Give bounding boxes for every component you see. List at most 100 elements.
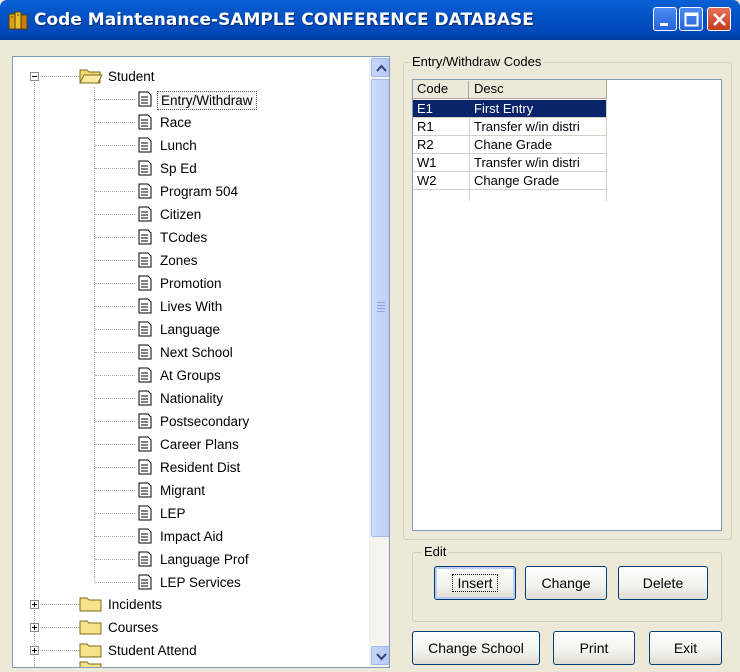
tree-leaf-entry-withdraw[interactable]: Entry/Withdraw xyxy=(13,89,363,111)
document-icon xyxy=(138,321,152,340)
document-icon xyxy=(138,436,152,455)
minimize-button[interactable] xyxy=(653,7,677,31)
tree-leaf-lep-services[interactable]: LEP Services xyxy=(13,572,363,594)
tree-leaf-citizen[interactable]: Citizen xyxy=(13,204,363,226)
tree-guide-line xyxy=(95,306,135,307)
tree-leaf-next-school[interactable]: Next School xyxy=(13,342,363,364)
column-header-desc[interactable]: Desc xyxy=(470,81,504,96)
table-row[interactable]: E1 First Entry xyxy=(413,100,606,117)
tree-leaf-tcodes[interactable]: TCodes xyxy=(13,227,363,249)
insert-button[interactable]: Insert xyxy=(434,566,516,600)
tree-leaf-lives-with[interactable]: Lives With xyxy=(13,296,363,318)
tree-leaf-postsecondary[interactable]: Postsecondary xyxy=(13,411,363,433)
document-icon xyxy=(138,482,152,501)
document-icon xyxy=(138,367,152,386)
title-bar[interactable]: Code Maintenance-SAMPLE CONFERENCE DATAB… xyxy=(0,0,740,40)
print-button[interactable]: Print xyxy=(553,631,635,665)
tree-leaf-label: Career Plans xyxy=(160,437,239,452)
column-header-code[interactable]: Code xyxy=(413,81,469,99)
tree-leaf-race[interactable]: Race xyxy=(13,112,363,134)
tree-guide-line xyxy=(41,604,79,605)
tree-node-incidents[interactable]: Incidents xyxy=(13,594,363,616)
tree-leaf-program-504[interactable]: Program 504 xyxy=(13,181,363,203)
window-title: Code Maintenance-SAMPLE CONFERENCE DATAB… xyxy=(34,10,534,30)
document-icon xyxy=(138,344,152,363)
grid-line xyxy=(606,99,607,201)
books-app-icon xyxy=(8,10,30,30)
collapse-toggle-icon[interactable] xyxy=(30,72,39,81)
tree-leaf-sp-ed[interactable]: Sp Ed xyxy=(13,158,363,180)
tree-leaf-label: Next School xyxy=(160,345,233,360)
tree-guide-line xyxy=(95,99,135,100)
scroll-down-button[interactable] xyxy=(371,646,389,665)
code-category-tree[interactable]: Student Entry/Withdraw Race Lunch Sp Ed … xyxy=(12,56,390,668)
tree-node-student[interactable]: Student xyxy=(13,66,363,88)
tree-leaf-label: Migrant xyxy=(160,483,206,498)
tree-leaf-lep[interactable]: LEP xyxy=(13,503,363,525)
tree-leaf-label: Lives With xyxy=(160,299,223,314)
tree-leaf-language-prof[interactable]: Language Prof xyxy=(13,549,363,571)
document-icon xyxy=(138,275,152,294)
table-row[interactable]: W2 Change Grade xyxy=(413,172,606,189)
scroll-up-button[interactable] xyxy=(371,58,389,77)
scroll-thumb[interactable] xyxy=(371,79,389,537)
tree-node-student-attend[interactable]: Student Attend xyxy=(13,640,363,662)
tree-leaf-label: Entry/Withdraw xyxy=(157,91,257,110)
expand-toggle-icon[interactable] xyxy=(30,623,39,632)
tree-node-partial[interactable] xyxy=(13,659,363,668)
table-row[interactable]: R2 Chane Grade xyxy=(413,136,606,153)
table-row[interactable]: W1 Transfer w/in distri xyxy=(413,154,606,171)
expand-toggle-icon[interactable] xyxy=(30,646,39,655)
tree-leaf-lunch[interactable]: Lunch xyxy=(13,135,363,157)
maximize-button[interactable] xyxy=(679,7,703,31)
document-icon xyxy=(138,551,152,570)
tree-leaf-impact-aid[interactable]: Impact Aid xyxy=(13,526,363,548)
tree-guide-line xyxy=(95,375,135,376)
tree-leaf-resident-dist[interactable]: Resident Dist xyxy=(13,457,363,479)
tree-guide-line xyxy=(95,168,135,169)
tree-leaf-label: Lunch xyxy=(160,138,197,153)
tree-guide-line xyxy=(95,467,135,468)
change-button[interactable]: Change xyxy=(525,566,607,600)
table-row[interactable]: R1 Transfer w/in distri xyxy=(413,118,606,135)
tree-leaf-at-groups[interactable]: At Groups xyxy=(13,365,363,387)
tree-leaf-promotion[interactable]: Promotion xyxy=(13,273,363,295)
chevron-up-icon xyxy=(376,64,387,72)
folder-icon xyxy=(79,659,103,667)
tree-leaf-language[interactable]: Language xyxy=(13,319,363,341)
tree-node-label: Student xyxy=(108,69,155,84)
close-button[interactable] xyxy=(707,7,731,31)
document-icon xyxy=(138,114,152,133)
desc-cell: Change Grade xyxy=(474,173,560,188)
tree-leaf-label: Sp Ed xyxy=(160,161,197,176)
tree-guide-line xyxy=(95,237,135,238)
tree-scrollbar[interactable] xyxy=(369,57,389,667)
exit-label: Exit xyxy=(673,640,698,656)
code-cell: E1 xyxy=(417,101,433,116)
tree-node-courses[interactable]: Courses xyxy=(13,617,363,639)
codes-list[interactable]: Code Desc E1 First Entry R1 Transfer w/i… xyxy=(412,79,722,531)
print-label: Print xyxy=(579,640,609,656)
tree-guide-line xyxy=(95,444,135,445)
tree-leaf-label: Promotion xyxy=(160,276,222,291)
expand-toggle-icon[interactable] xyxy=(30,600,39,609)
tree-leaf-label: Language xyxy=(160,322,221,337)
change-school-button[interactable]: Change School xyxy=(412,631,540,665)
document-icon xyxy=(138,390,152,409)
tree-guide-line xyxy=(95,490,135,491)
tree-leaf-label: Citizen xyxy=(160,207,202,222)
exit-button[interactable]: Exit xyxy=(649,631,722,665)
desc-cell: Chane Grade xyxy=(474,137,553,152)
tree-guide-line xyxy=(41,627,79,628)
tree-guide-line xyxy=(41,667,79,668)
tree-leaf-label: Race xyxy=(160,115,192,130)
tree-leaf-zones[interactable]: Zones xyxy=(13,250,363,272)
desc-cell: Transfer w/in distri xyxy=(474,119,580,134)
tree-leaf-migrant[interactable]: Migrant xyxy=(13,480,363,502)
tree-leaf-career-plans[interactable]: Career Plans xyxy=(13,434,363,456)
delete-button[interactable]: Delete xyxy=(618,566,708,600)
tree-leaf-nationality[interactable]: Nationality xyxy=(13,388,363,410)
document-icon xyxy=(138,528,152,547)
document-icon xyxy=(138,91,152,110)
tree-leaf-label: LEP xyxy=(160,506,186,521)
